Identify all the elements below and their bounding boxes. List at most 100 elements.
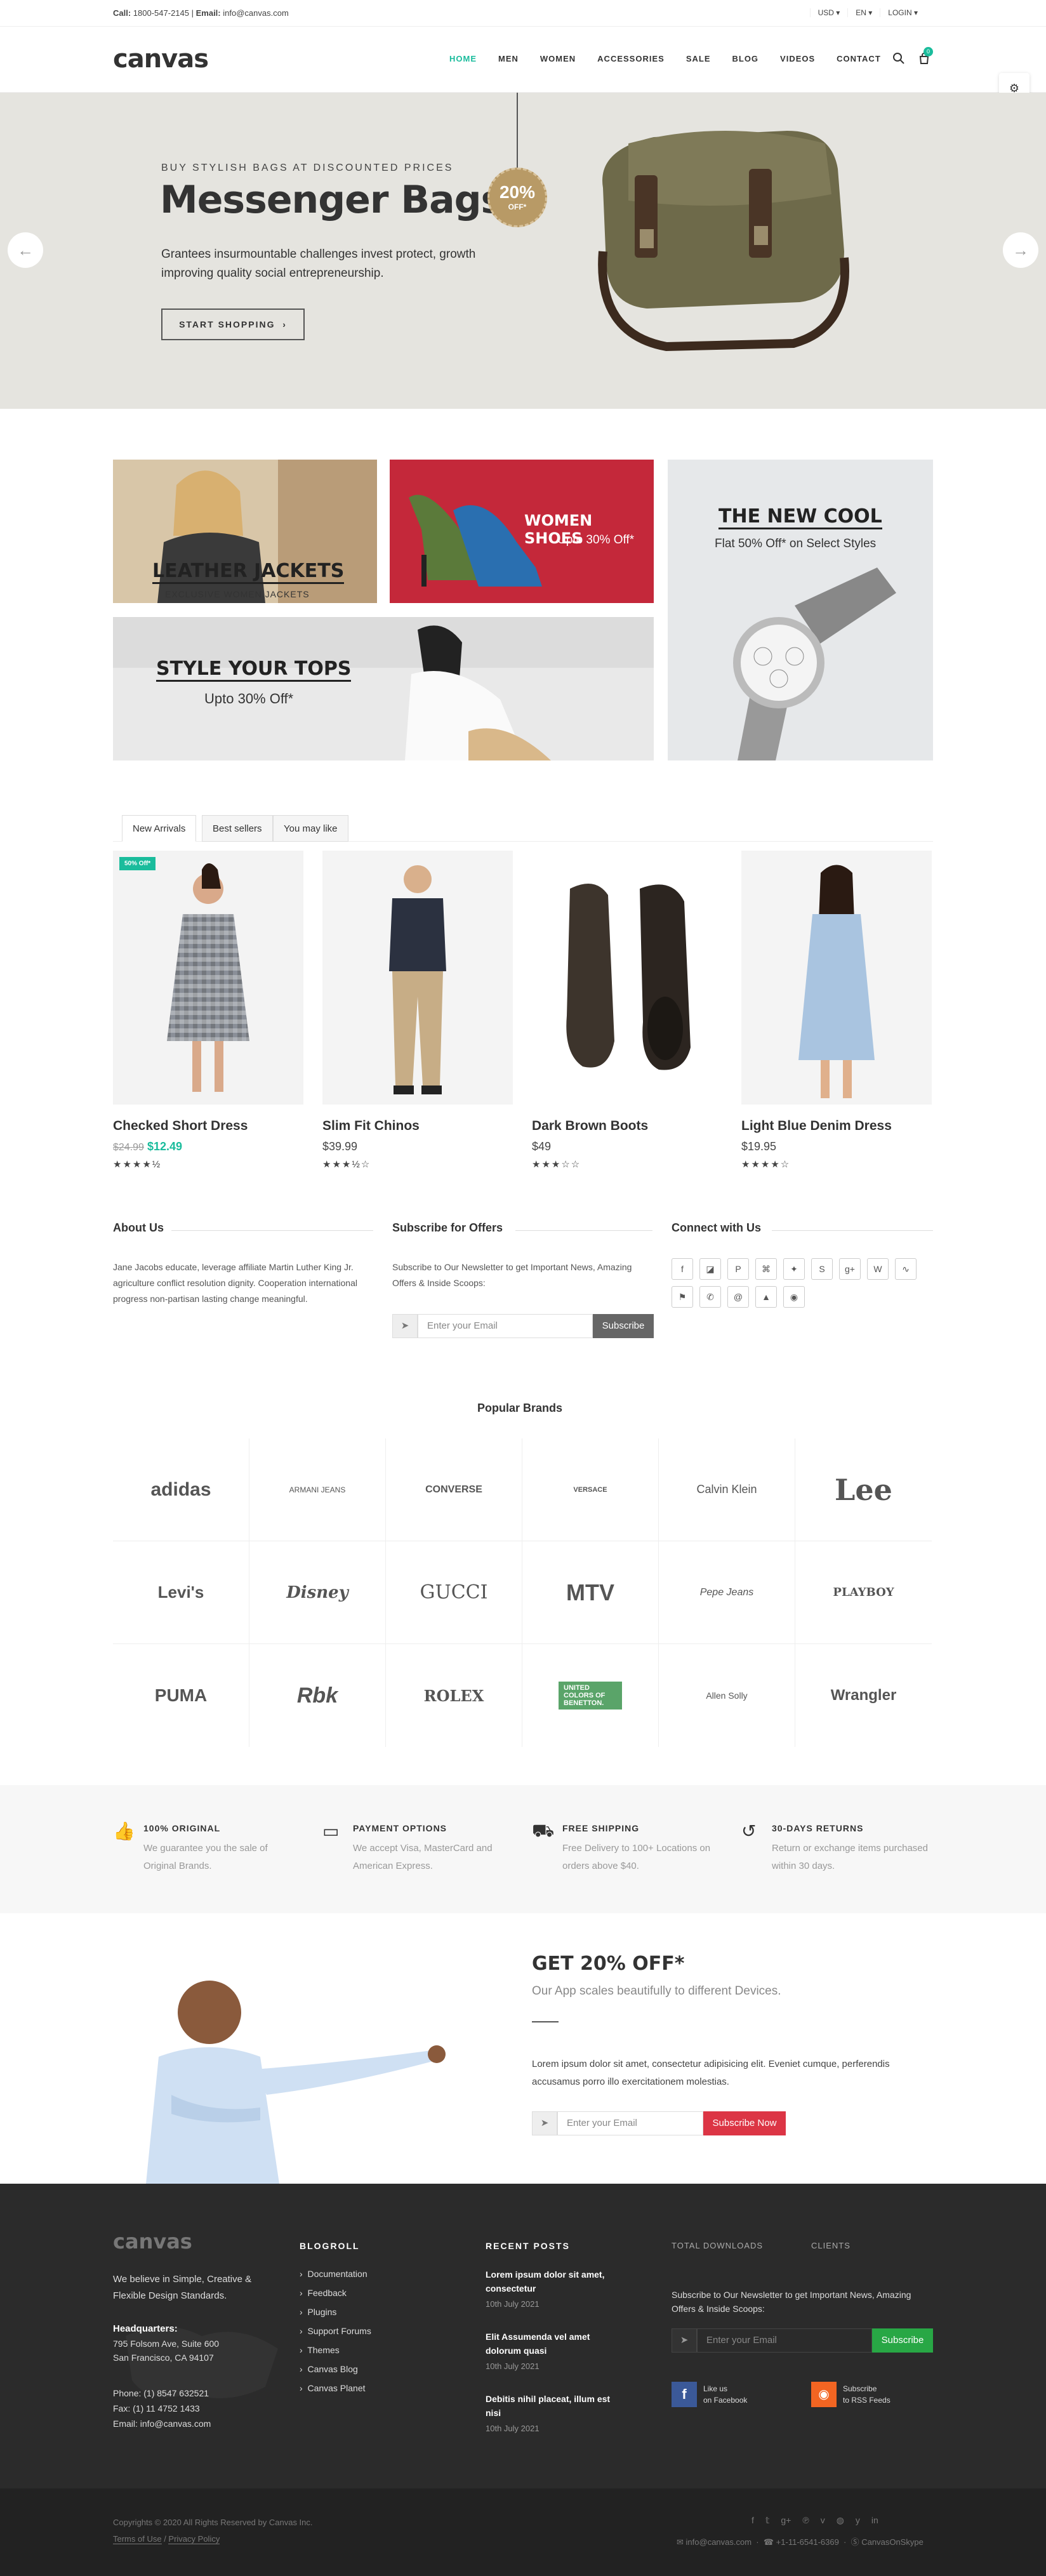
nav-accessories[interactable]: ACCESSORIES xyxy=(597,54,665,63)
product-name[interactable]: Slim Fit Chinos xyxy=(322,1119,513,1134)
nav-home[interactable]: HOME xyxy=(449,54,477,63)
pinterest-icon[interactable]: ℗ xyxy=(802,2515,809,2526)
tab-new-arrivals[interactable]: New Arrivals xyxy=(122,815,197,842)
banner-leather-jackets[interactable]: LEATHER JACKETS EXCLUSIVE WOMEN JACKETS xyxy=(113,460,377,603)
paypal-icon[interactable]: P xyxy=(727,1258,749,1280)
brand-logo[interactable]: CONVERSE xyxy=(386,1438,522,1541)
android-icon[interactable]: ✦ xyxy=(783,1258,805,1280)
brand-logo[interactable]: Rbk xyxy=(249,1644,386,1747)
blogroll-link[interactable]: › Canvas Blog xyxy=(300,2364,358,2374)
wikipedia-icon[interactable]: W xyxy=(867,1258,889,1280)
nav-sale[interactable]: SALE xyxy=(686,54,711,63)
brand-logo[interactable]: PLAYBOY xyxy=(795,1541,932,1644)
privacy-link[interactable]: Privacy Policy xyxy=(168,2534,220,2544)
product-card[interactable]: Dark Brown Boots $49 ★★★☆☆ xyxy=(532,851,722,1170)
brand-logo[interactable]: Calvin Klein xyxy=(659,1438,795,1541)
facebook-icon[interactable]: f xyxy=(672,1258,693,1280)
product-name[interactable]: Light Blue Denim Dress xyxy=(741,1119,932,1134)
vimeo-icon[interactable]: v xyxy=(821,2515,825,2526)
footer-email-input[interactable]: Enter your Email xyxy=(697,2328,872,2353)
linkedin-icon[interactable]: in xyxy=(871,2515,878,2526)
promo-email-input[interactable]: Enter your Email xyxy=(557,2111,703,2135)
logo[interactable]: canvas xyxy=(113,44,209,74)
brand-logo[interactable]: ROLEX xyxy=(386,1644,522,1747)
facebook-like-line2[interactable]: on Facebook xyxy=(703,2396,747,2405)
rss-line2[interactable]: to RSS Feeds xyxy=(843,2396,890,2405)
post-title[interactable]: Debitis nihil placeat, illum est nisi xyxy=(486,2392,625,2420)
brand-logo[interactable]: GUCCI xyxy=(386,1541,522,1644)
google-plus-icon[interactable]: g+ xyxy=(781,2515,791,2526)
copyright-email[interactable]: info@canvas.com xyxy=(686,2537,752,2547)
delicious-icon[interactable]: ◪ xyxy=(699,1258,721,1280)
twitter-icon[interactable]: 𝕥 xyxy=(765,2515,770,2526)
subscribe-email-input[interactable]: Enter your Email xyxy=(418,1314,593,1338)
tab-best-sellers[interactable]: Best sellers xyxy=(202,815,273,842)
start-shopping-button[interactable]: START SHOPPING › xyxy=(161,309,305,340)
blogroll-link[interactable]: › Documentation xyxy=(300,2269,367,2279)
search-icon[interactable] xyxy=(892,52,905,65)
post-title[interactable]: Lorem ipsum dolor sit amet, consectetur xyxy=(486,2267,625,2295)
post-title[interactable]: Elit Assumenda vel amet dolorum quasi xyxy=(486,2330,625,2358)
product-image[interactable]: 50% Off* xyxy=(113,851,303,1105)
blogroll-link[interactable]: › Themes xyxy=(300,2345,340,2355)
blogroll-link[interactable]: › Support Forums xyxy=(300,2326,371,2336)
brand-logo[interactable]: Lee xyxy=(795,1438,932,1541)
product-image[interactable] xyxy=(532,851,722,1105)
nav-men[interactable]: MEN xyxy=(498,54,519,63)
brand-logo[interactable]: MTV xyxy=(522,1541,659,1644)
product-image[interactable] xyxy=(322,851,513,1105)
facebook-icon[interactable]: f xyxy=(751,2515,754,2526)
language-select[interactable]: EN ▾ xyxy=(847,8,880,17)
brand-logo[interactable]: adidas xyxy=(113,1438,249,1541)
copyright-skype[interactable]: CanvasOnSkype xyxy=(861,2537,924,2547)
digg-icon[interactable]: ◉ xyxy=(783,1286,805,1308)
nav-contact[interactable]: CONTACT xyxy=(837,54,881,63)
brand-logo[interactable]: UNITED COLORS OF BENETTON. xyxy=(522,1644,659,1747)
flattr-icon[interactable]: ⌘ xyxy=(755,1258,777,1280)
rss-icon[interactable]: ◉ xyxy=(811,2382,837,2407)
product-card[interactable]: Slim Fit Chinos $39.99 ★★★½☆ xyxy=(322,851,513,1170)
brand-logo[interactable]: VERSACE xyxy=(522,1438,659,1541)
blogroll-link[interactable]: › Plugins xyxy=(300,2307,336,2317)
forrst-icon[interactable]: ▲ xyxy=(755,1286,777,1308)
terms-link[interactable]: Terms of Use xyxy=(113,2534,162,2544)
slider-next-button[interactable]: → xyxy=(1003,232,1038,268)
product-card[interactable]: Light Blue Denim Dress $19.95 ★★★★☆ xyxy=(741,851,932,1170)
copyright-phone[interactable]: +1-11-6541-6369 xyxy=(776,2537,839,2547)
rss-line1[interactable]: Subscribe xyxy=(843,2384,877,2393)
banner-the-new-cool[interactable]: THE NEW COOL Flat 50% Off* on Select Sty… xyxy=(668,460,933,760)
product-card[interactable]: 50% Off* Checked Short Dress $24.99 $12.… xyxy=(113,851,303,1170)
banner-women-shoes[interactable]: WOMEN SHOES Upto 30% Off* xyxy=(390,460,654,603)
banner-style-your-tops[interactable]: STYLE YOUR TOPS Upto 30% Off* xyxy=(113,617,654,760)
subscribe-button[interactable]: Subscribe xyxy=(593,1314,654,1338)
facebook-icon[interactable]: f xyxy=(672,2382,697,2407)
blogroll-link[interactable]: › Canvas Planet xyxy=(300,2383,366,2393)
brand-logo[interactable]: Allen Solly xyxy=(659,1644,795,1747)
subscribe-now-button[interactable]: Subscribe Now xyxy=(703,2111,786,2135)
email-icon[interactable]: @ xyxy=(727,1286,749,1308)
yahoo-icon[interactable]: y xyxy=(856,2515,860,2526)
footer-logo[interactable]: canvas xyxy=(113,2229,192,2254)
product-name[interactable]: Dark Brown Boots xyxy=(532,1119,722,1134)
tab-you-may-like[interactable]: You may like xyxy=(273,815,348,842)
nav-blog[interactable]: BLOG xyxy=(732,54,758,63)
brand-logo[interactable]: ARMANI JEANS xyxy=(249,1438,386,1541)
google-plus-icon[interactable]: g+ xyxy=(839,1258,861,1280)
github-icon[interactable]: ◍ xyxy=(837,2515,844,2526)
foursquare-icon[interactable]: ⚑ xyxy=(672,1286,693,1308)
brand-logo[interactable]: Levi's xyxy=(113,1541,249,1644)
brand-logo[interactable]: Wrangler xyxy=(795,1644,932,1747)
stumbleupon-icon[interactable]: ∿ xyxy=(895,1258,917,1280)
brand-logo[interactable]: PUMA xyxy=(113,1644,249,1747)
blogroll-link[interactable]: › Feedback xyxy=(300,2288,347,2298)
brand-logo[interactable]: Disney xyxy=(249,1541,386,1644)
call-icon[interactable]: ✆ xyxy=(699,1286,721,1308)
product-name[interactable]: Checked Short Dress xyxy=(113,1119,303,1134)
smashing-icon[interactable]: S xyxy=(811,1258,833,1280)
currency-select[interactable]: USD ▾ xyxy=(809,8,848,17)
product-image[interactable] xyxy=(741,851,932,1105)
nav-women[interactable]: WOMEN xyxy=(540,54,576,63)
footer-subscribe-button[interactable]: Subscribe xyxy=(872,2328,933,2353)
login-menu[interactable]: LOGIN ▾ xyxy=(880,8,925,17)
facebook-like-line1[interactable]: Like us xyxy=(703,2384,727,2393)
